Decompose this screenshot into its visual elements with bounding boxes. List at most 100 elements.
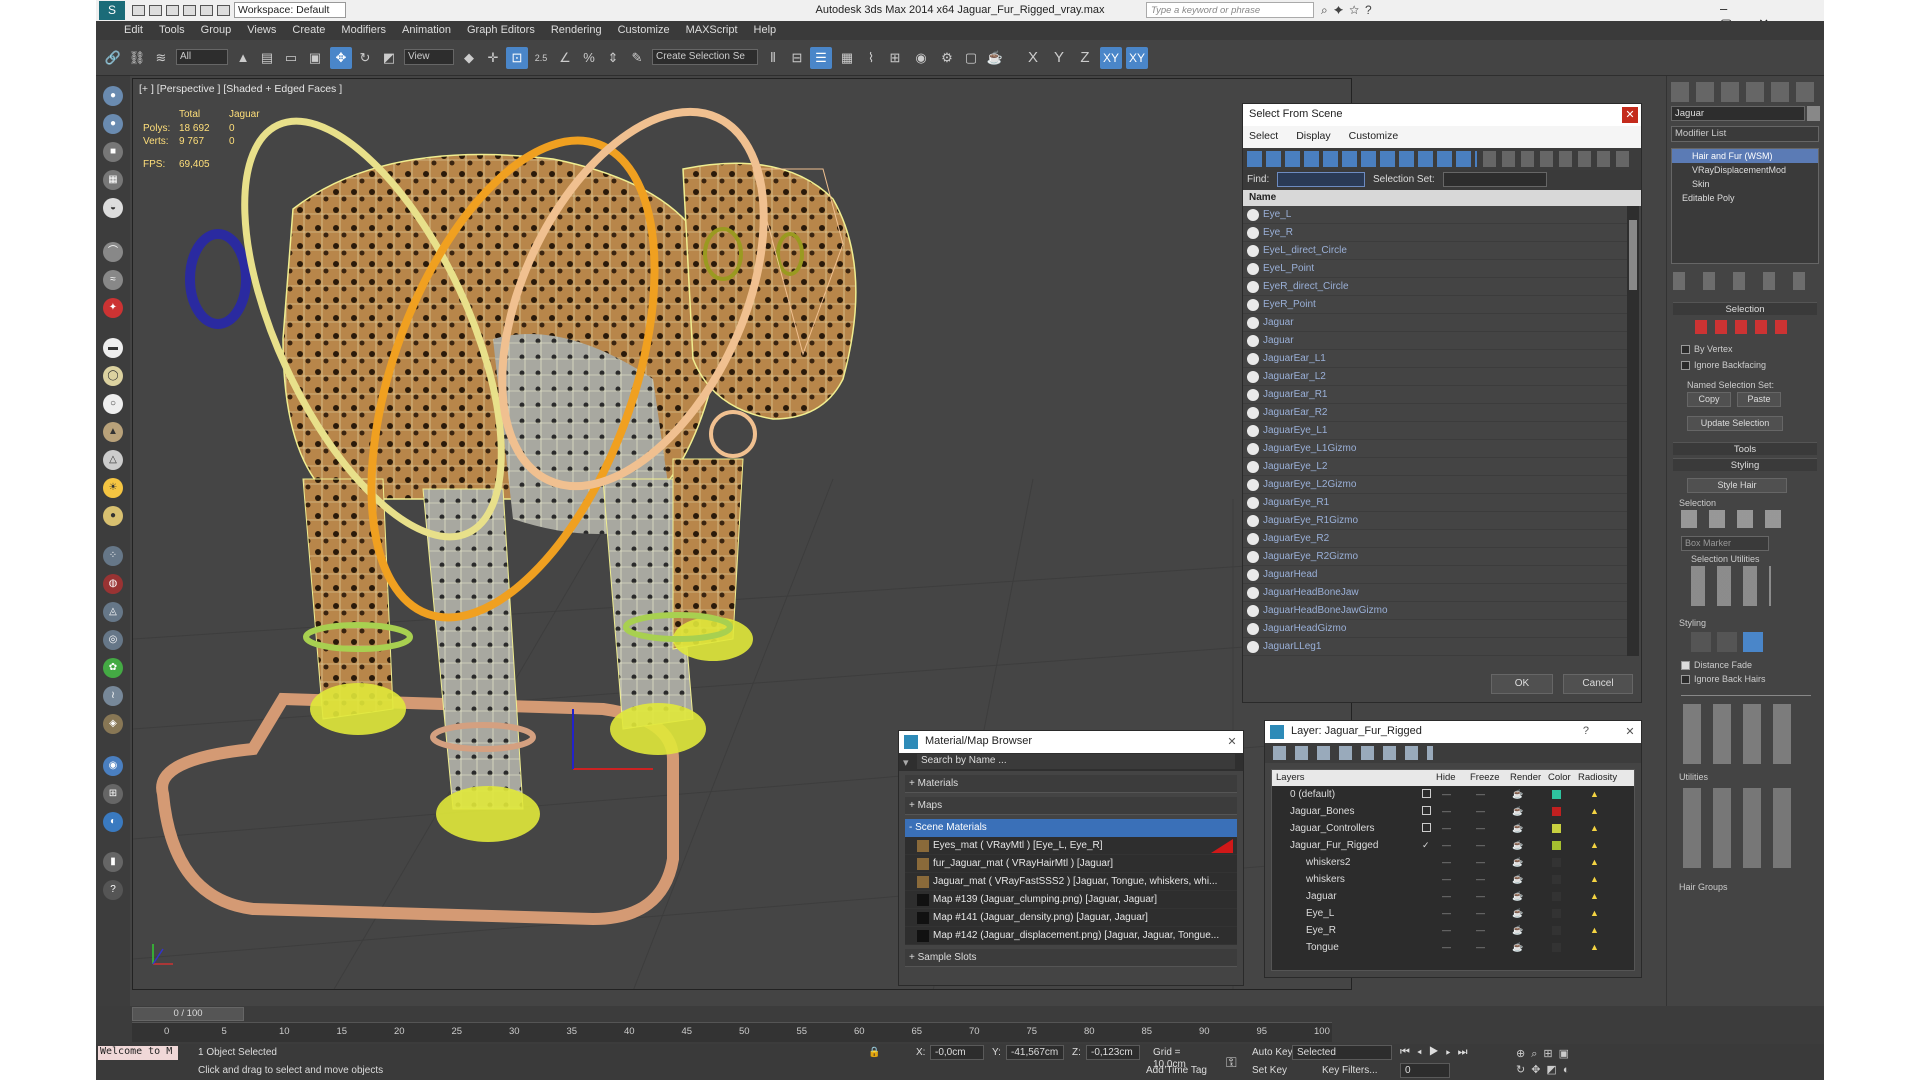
radiosity-icon[interactable]: ▲ [1590,888,1599,905]
radiosity-icon[interactable]: ▲ [1590,871,1599,888]
radiosity-icon[interactable]: ▲ [1590,837,1599,854]
radiosity-icon[interactable]: ▲ [1590,939,1599,956]
select-manipulate-icon[interactable]: ✛ [482,47,504,69]
search-input[interactable]: Search by Name ... [917,754,1235,769]
cone-icon[interactable]: ▲ [103,422,123,442]
freeze-toggle[interactable]: — [1476,871,1485,888]
freeze-toggle[interactable]: — [1476,854,1485,871]
menu-help[interactable]: Help [746,21,785,36]
rendered-frame-icon[interactable]: ▢ [960,47,982,69]
lock-selection-icon[interactable]: 🔒 [868,1047,880,1058]
y-coordinate-field[interactable]: -41,567cm [1006,1045,1064,1060]
layer-color-swatch[interactable] [1552,858,1561,867]
rollout-selection[interactable]: Selection [1673,302,1817,315]
app-logo-icon[interactable]: S [99,1,125,20]
scene-object-row[interactable]: JaguarHead [1243,566,1627,584]
axis-y-button[interactable]: Y [1048,47,1070,69]
snap-toggle-icon[interactable]: 2.5 [530,47,552,69]
scene-material-row[interactable]: Map #139 (Jaguar_clumping.png) [Jaguar, … [905,891,1237,909]
select-rotate-icon[interactable]: ↻ [354,47,376,69]
cancel-button[interactable]: Cancel [1563,674,1633,694]
scene-object-row[interactable]: JaguarEar_L2 [1243,368,1627,386]
layer-row[interactable]: Jaguar — — ☕ ▲ [1272,888,1634,905]
unlink-icon[interactable]: ⛓ [126,47,148,69]
layer-active-box[interactable] [1422,823,1431,832]
stack-item-skin[interactable]: Skin [1672,177,1818,191]
radiosity-icon[interactable]: ▲ [1590,803,1599,820]
pyramid-icon[interactable]: △ [103,450,123,470]
dialog-title-bar[interactable]: Select From Scene ✕ [1243,104,1641,126]
utilities-icon[interactable]: ▮ [103,852,123,872]
col-layers[interactable]: Layers [1276,772,1305,783]
scene-object-row[interactable]: JaguarEye_R2Gizmo [1243,548,1627,566]
scene-object-row[interactable]: EyeR_Point [1243,296,1627,314]
key-selection-dropdown[interactable]: Selected [1292,1045,1392,1060]
menu-modifiers[interactable]: Modifiers [333,21,394,36]
layer-row[interactable]: whiskers — — ☕ ▲ [1272,871,1634,888]
group-materials[interactable]: + Materials [905,775,1237,793]
stack-item-editable-poly[interactable]: Editable Poly [1672,191,1818,205]
ok-button[interactable]: OK [1491,674,1553,694]
layer-active-box[interactable] [1422,789,1431,798]
hide-toggle[interactable]: — [1442,786,1451,803]
hair-groups-label[interactable]: Hair Groups [1679,882,1728,892]
angle-snap-icon[interactable]: ∠ [554,47,576,69]
torus-icon[interactable]: ◯ [103,366,123,386]
command-panel-tabs[interactable] [1671,82,1821,102]
layer-color-swatch[interactable] [1552,943,1561,952]
stack-item-vray-displacement[interactable]: VRayDisplacementMod [1672,163,1818,177]
twist-icon[interactable]: ≈ [103,270,123,290]
curve-editor-icon[interactable]: ⌇ [860,47,882,69]
box-icon[interactable]: ■ [103,142,123,162]
hide-toggle[interactable]: — [1442,905,1451,922]
scene-object-row[interactable]: JaguarEye_R1 [1243,494,1627,512]
align-icon[interactable]: ⊟ [786,47,808,69]
group-sample-slots[interactable]: + Sample Slots [905,949,1237,967]
x-coordinate-field[interactable]: -0,0cm [930,1045,984,1060]
globe-icon[interactable]: ◉ [103,756,123,776]
display-icon[interactable]: ◐ [103,812,123,832]
col-hide[interactable]: Hide [1436,772,1456,783]
set-key-button[interactable]: Set Key [1252,1065,1287,1076]
skin-icon[interactable]: ✦ [103,298,123,318]
menu-customize[interactable]: Customize [610,21,678,36]
hair-icon[interactable]: ≀ [103,686,123,706]
scene-object-row[interactable]: EyeL_direct_Circle [1243,242,1627,260]
scene-object-row[interactable]: JaguarEye_L1Gizmo [1243,440,1627,458]
name-column-header[interactable]: Name [1243,190,1641,206]
render-icon[interactable]: ☕ [1512,939,1523,956]
layer-color-swatch[interactable] [1552,892,1561,901]
modifier-list-dropdown[interactable]: Modifier List [1671,126,1819,142]
dynamics-icon[interactable]: ◍ [103,574,123,594]
freeze-toggle[interactable]: — [1476,786,1485,803]
scene-object-row[interactable]: JaguarHeadBoneJawGizmo [1243,602,1627,620]
object-color-swatch[interactable] [1807,106,1820,121]
teapot-icon[interactable]: ● [103,86,123,106]
ref-coord-dropdown[interactable]: View [404,49,454,65]
key-icon[interactable]: ⚿ [1226,1054,1237,1071]
axis-x-button[interactable]: X [1022,47,1044,69]
radiosity-icon[interactable]: ▲ [1590,905,1599,922]
spinner-snap-icon[interactable]: ⇕ [602,47,624,69]
window-crossing-icon[interactable]: ▣ [304,47,326,69]
rect-selection-icon[interactable]: ▭ [280,47,302,69]
layer-row[interactable]: Jaguar_Bones — — ☕ ▲ [1272,803,1634,820]
menu-edit[interactable]: Edit [96,21,151,36]
chevron-down-icon[interactable]: ▾ [903,756,909,769]
scene-object-row[interactable]: JaguarEar_L1 [1243,350,1627,368]
auto-key-button[interactable]: Auto Key [1252,1047,1293,1058]
scene-object-row[interactable]: JaguarEar_R2 [1243,404,1627,422]
percent-snap-icon[interactable]: % [578,47,600,69]
update-selection-button[interactable]: Update Selection [1687,416,1783,431]
menu-maxscript[interactable]: MAXScript [678,21,746,36]
open-file-icon[interactable] [149,4,162,16]
scene-material-row[interactable]: Map #141 (Jaguar_density.png) [Jaguar, J… [905,909,1237,927]
current-frame-field[interactable]: 0 [1400,1063,1450,1078]
scene-object-row[interactable]: Eye_L [1243,206,1627,224]
graphite-toggle-icon[interactable]: ▦ [836,47,858,69]
col-freeze[interactable]: Freeze [1470,772,1500,783]
bind-spacewarp-icon[interactable]: ≋ [150,47,172,69]
menu-select[interactable]: Select [1249,130,1278,142]
stack-item-hair-fur[interactable]: Hair and Fur (WSM) [1672,149,1818,163]
scene-material-row[interactable]: fur_Jaguar_mat ( VRayHairMtl ) [Jaguar] [905,855,1237,873]
